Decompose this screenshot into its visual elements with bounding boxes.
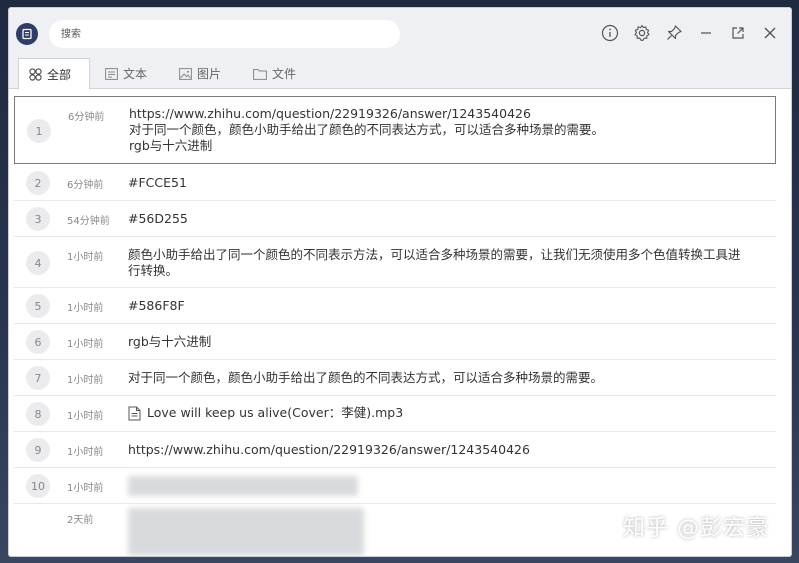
blurred-content (128, 476, 358, 496)
item-number: 1 (27, 119, 51, 143)
item-content: rgb与十六进制 (128, 334, 212, 349)
item-number: 7 (26, 366, 50, 390)
item-number: 3 (26, 207, 50, 231)
tab-label: 文件 (272, 67, 297, 81)
tab-label: 全部 (47, 67, 72, 82)
item-content: #586F8F (128, 298, 185, 313)
popout-icon[interactable] (727, 22, 749, 44)
tab-file[interactable]: 文件 (243, 58, 306, 89)
content-line: 行转换。 (128, 263, 179, 278)
item-number: 8 (26, 402, 50, 426)
item-time: 6分钟前 (68, 112, 105, 123)
list-item[interactable]: 1 6分钟前 https://www.zhihu.com/question/22… (14, 96, 776, 164)
content-line: https://www.zhihu.com/question/22919326/… (129, 106, 531, 121)
item-time: 1小时前 (67, 303, 104, 314)
content-line: rgb与十六进制 (129, 138, 213, 153)
image-icon (179, 67, 192, 80)
tab-image[interactable]: 图片 (169, 58, 231, 89)
list-item[interactable]: 10 1小时前 (14, 468, 776, 504)
content-line: 对于同一个颜色，颜色小助手给出了颜色的不同表达方式，可以适合多种场景的需要。 (129, 122, 605, 137)
gear-icon[interactable] (631, 22, 653, 44)
list-item[interactable]: 6 1小时前 rgb与十六进制 (14, 324, 776, 360)
content-line: 颜色小助手给出了同一个颜色的不同表示方法，可以适合多种场景的需要，让我们无须使用… (128, 247, 741, 262)
title-bar (9, 8, 791, 58)
item-number: 5 (26, 294, 50, 318)
file-name: Love will keep us alive(Cover：李健).mp3 (147, 405, 404, 420)
search-input[interactable] (49, 20, 400, 48)
item-time: 1小时前 (67, 339, 104, 350)
tab-label: 图片 (197, 67, 222, 81)
list-item[interactable]: 7 1小时前 对于同一个颜色，颜色小助手给出了颜色的不同表达方式，可以适合多种场… (14, 360, 776, 396)
info-icon[interactable] (599, 22, 621, 44)
list-item[interactable]: 9 1小时前 https://www.zhihu.com/question/22… (14, 432, 776, 468)
file-icon (128, 406, 141, 420)
item-content: Love will keep us alive(Cover：李健).mp3 (128, 405, 758, 421)
item-content: https://www.zhihu.com/question/22919326/… (128, 442, 530, 457)
list-item[interactable]: 4 1小时前 颜色小助手给出了同一个颜色的不同表示方法，可以适合多种场景的需要，… (14, 237, 776, 288)
list-item[interactable]: 8 1小时前 Love will keep us alive(Cover：李健)… (14, 396, 776, 432)
item-time: 1小时前 (67, 483, 104, 494)
clipboard-list: 1 6分钟前 https://www.zhihu.com/question/22… (9, 90, 791, 556)
item-content: #56D255 (128, 211, 188, 226)
list-item[interactable]: 3 54分钟前 #56D255 (14, 201, 776, 237)
pin-icon[interactable] (663, 22, 685, 44)
text-icon (105, 67, 118, 80)
list-item[interactable]: 5 1小时前 #586F8F (14, 288, 776, 324)
watermark: 知乎 @彭宏豪 (623, 516, 769, 541)
item-content: #FCCE51 (128, 175, 187, 190)
grid-icon (29, 67, 42, 81)
list-item[interactable]: 2 6分钟前 #FCCE51 (14, 166, 776, 201)
item-time: 6分钟前 (67, 180, 104, 191)
minimize-icon[interactable] (695, 22, 717, 44)
item-content: 颜色小助手给出了同一个颜色的不同表示方法，可以适合多种场景的需要，让我们无须使用… (128, 247, 758, 279)
item-number: 6 (26, 330, 50, 354)
item-time: 1小时前 (67, 252, 104, 263)
item-number: 2 (26, 171, 50, 195)
app-logo-icon (16, 23, 38, 45)
item-time: 1小时前 (67, 447, 104, 458)
item-content: 对于同一个颜色，颜色小助手给出了颜色的不同表达方式，可以适合多种场景的需要。 (128, 370, 604, 385)
item-number: 4 (26, 251, 50, 275)
item-time: 1小时前 (67, 375, 104, 386)
tab-text[interactable]: 文本 (95, 58, 157, 89)
blurred-content (128, 508, 364, 556)
item-time: 54分钟前 (67, 216, 110, 227)
item-time: 1小时前 (67, 411, 104, 422)
item-time: 2天前 (67, 515, 94, 526)
app-window: 全部 文本 图片 文件 1 6分钟前 https://www.zhihu.com… (9, 8, 791, 556)
tab-label: 文本 (123, 67, 148, 81)
tab-bar: 全部 文本 图片 文件 (9, 58, 791, 90)
item-content: https://www.zhihu.com/question/22919326/… (129, 106, 759, 154)
folder-icon (253, 68, 267, 80)
close-icon[interactable] (759, 22, 781, 44)
item-number: 10 (26, 474, 50, 498)
tab-all[interactable]: 全部 (18, 58, 90, 90)
item-number: 9 (26, 438, 50, 462)
